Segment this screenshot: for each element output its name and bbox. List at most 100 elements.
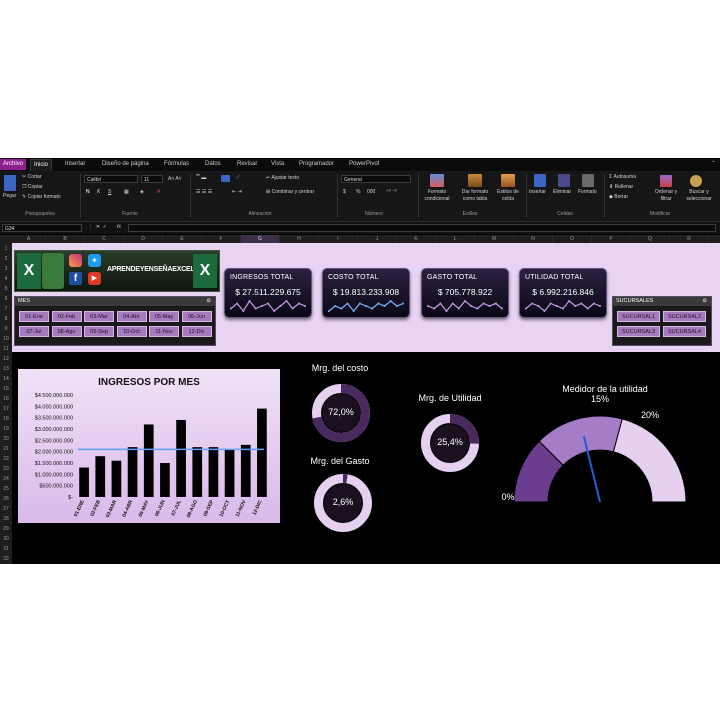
row-header-6[interactable]: 6 xyxy=(0,294,12,304)
format-table-button[interactable]: Dar formato como tabla xyxy=(457,189,493,203)
column-header-a[interactable]: A xyxy=(12,235,46,243)
row-header-27[interactable]: 27 xyxy=(0,504,12,514)
clear-button[interactable]: ◆ Borrar xyxy=(609,194,628,201)
ingresos-chart[interactable]: INGRESOS POR MES $4.500.000.000 $4.000.00… xyxy=(18,369,280,523)
conditional-format-icon[interactable] xyxy=(430,174,444,187)
select-all-corner[interactable] xyxy=(0,235,12,243)
row-header-8[interactable]: 8 xyxy=(0,314,12,324)
mes-button-08-ago[interactable]: 08-Ago xyxy=(51,326,82,337)
row-header-12[interactable]: 12 xyxy=(0,354,12,364)
row-header-21[interactable]: 21 xyxy=(0,444,12,454)
decimals-icon[interactable]: ⁺⁰ ⁻⁰ xyxy=(386,189,397,196)
merge-center-button[interactable]: ⊞ Combinar y centrar xyxy=(266,189,314,196)
sucursal-button-4[interactable]: SUCURSAL4 xyxy=(663,326,706,337)
mes-button-02-feb[interactable]: 02-Feb xyxy=(51,311,82,322)
row-header-3[interactable]: 3 xyxy=(0,264,12,274)
fill-color-icon[interactable]: ◈ xyxy=(140,189,144,196)
underline-button[interactable]: S xyxy=(108,189,111,196)
row-header-29[interactable]: 29 xyxy=(0,524,12,534)
tab-programador[interactable]: Programador xyxy=(296,159,337,170)
row-header-14[interactable]: 14 xyxy=(0,374,12,384)
delete-button[interactable]: Eliminar xyxy=(553,189,571,196)
row-header-13[interactable]: 13 xyxy=(0,364,12,374)
column-header-h[interactable]: H xyxy=(280,235,319,243)
row-header-18[interactable]: 18 xyxy=(0,414,12,424)
tab-datos[interactable]: Datos xyxy=(202,159,224,170)
column-header-p[interactable]: P xyxy=(592,235,631,243)
tab-vista[interactable]: Vista xyxy=(268,159,287,170)
align-left-icon[interactable]: ☰ ☰ ☰ xyxy=(196,189,212,196)
format-cells-icon[interactable] xyxy=(582,174,594,187)
border-icon[interactable]: ▦ xyxy=(124,189,129,196)
paste-button[interactable]: Pegar xyxy=(3,193,16,200)
autosum-button[interactable]: Σ Autosuma xyxy=(609,174,636,181)
mes-button-09-sep[interactable]: 09-Sep xyxy=(84,326,114,337)
filter-clear-icon[interactable]: ⊘ xyxy=(702,297,707,306)
cell-styles-icon[interactable] xyxy=(501,174,515,187)
grow-font-icon[interactable]: A˄ A˅ xyxy=(168,176,182,183)
row-header-10[interactable]: 10 xyxy=(0,334,12,344)
format-button[interactable]: Formato xyxy=(578,189,597,196)
sort-filter-button[interactable]: Ordenar y filtrar xyxy=(652,189,680,203)
insert-cells-icon[interactable] xyxy=(534,174,546,187)
font-size-select[interactable]: 11 xyxy=(141,175,163,183)
row-header-11[interactable]: 11 xyxy=(0,344,12,354)
name-box[interactable]: G34 xyxy=(2,224,82,232)
find-select-button[interactable]: Buscar y seleccionar xyxy=(682,189,716,203)
indent-icon[interactable]: ⇤ ⇥ xyxy=(232,189,242,196)
mes-button-06-jun[interactable]: 06-Jun xyxy=(181,311,212,322)
mes-button-11-nov[interactable]: 11-Nov xyxy=(149,326,179,337)
copy-button[interactable]: ❐ Copiar xyxy=(22,184,43,191)
column-header-b[interactable]: B xyxy=(46,235,85,243)
mes-button-05-may[interactable]: 05-May xyxy=(149,311,179,322)
align-middle-icon[interactable] xyxy=(221,175,230,182)
percent-button[interactable]: % xyxy=(356,189,360,196)
number-format-select[interactable]: General xyxy=(341,175,411,183)
row-header-26[interactable]: 26 xyxy=(0,494,12,504)
currency-button[interactable]: $ xyxy=(343,189,346,196)
tab-formulas[interactable]: Fórmulas xyxy=(161,159,192,170)
row-header-16[interactable]: 16 xyxy=(0,394,12,404)
row-header-15[interactable]: 15 xyxy=(0,384,12,394)
row-header-5[interactable]: 5 xyxy=(0,284,12,294)
fill-button[interactable]: ⬇ Rellenar xyxy=(609,184,633,191)
sort-filter-icon[interactable] xyxy=(660,175,672,187)
mes-button-10-oct[interactable]: 10-Oct xyxy=(116,326,147,337)
row-header-2[interactable]: 2 xyxy=(0,254,12,264)
row-header-30[interactable]: 30 xyxy=(0,534,12,544)
mes-button-12-dic[interactable]: 12-Dic xyxy=(181,326,212,337)
ribbon-collapse-icon[interactable]: ⌃ xyxy=(711,160,716,167)
sucursal-button-3[interactable]: SUCURSAL3 xyxy=(617,326,660,337)
align-top-icon[interactable]: ▔ ▬ xyxy=(196,175,206,182)
column-header-f[interactable]: F xyxy=(202,235,241,243)
formula-input[interactable] xyxy=(128,224,716,232)
tab-revisar[interactable]: Revisar xyxy=(234,159,260,170)
format-table-icon[interactable] xyxy=(468,174,482,187)
column-header-e[interactable]: E xyxy=(163,235,202,243)
bold-button[interactable]: N xyxy=(86,189,90,196)
italic-button[interactable]: K xyxy=(97,189,100,196)
row-header-17[interactable]: 17 xyxy=(0,404,12,414)
column-header-n[interactable]: N xyxy=(514,235,553,243)
column-header-c[interactable]: C xyxy=(85,235,124,243)
column-header-d[interactable]: D xyxy=(124,235,163,243)
row-header-4[interactable]: 4 xyxy=(0,274,12,284)
row-header-7[interactable]: 7 xyxy=(0,304,12,314)
column-header-k[interactable]: K xyxy=(397,235,436,243)
tab-insertar[interactable]: Insertar xyxy=(62,159,88,170)
row-header-23[interactable]: 23 xyxy=(0,464,12,474)
column-header-l[interactable]: L xyxy=(436,235,475,243)
column-header-m[interactable]: M xyxy=(475,235,514,243)
row-header-1[interactable]: 1 xyxy=(0,244,12,254)
mes-button-01-ene[interactable]: 01-Ene xyxy=(19,311,49,322)
fx-icon[interactable]: fx xyxy=(117,224,121,231)
mes-button-07-jul[interactable]: 07-Jul xyxy=(19,326,49,337)
tab-inicio[interactable]: Inicio xyxy=(30,159,53,171)
sucursal-button-2[interactable]: SUCURSAL2 xyxy=(663,311,706,322)
sucursal-button-1[interactable]: SUCURSAL1 xyxy=(617,311,660,322)
tab-archivo[interactable]: Archivo xyxy=(0,159,27,170)
binoculars-icon[interactable] xyxy=(690,175,702,187)
row-header-28[interactable]: 28 xyxy=(0,514,12,524)
tab-powerpivot[interactable]: PowerPivot xyxy=(346,159,382,170)
row-header-22[interactable]: 22 xyxy=(0,454,12,464)
